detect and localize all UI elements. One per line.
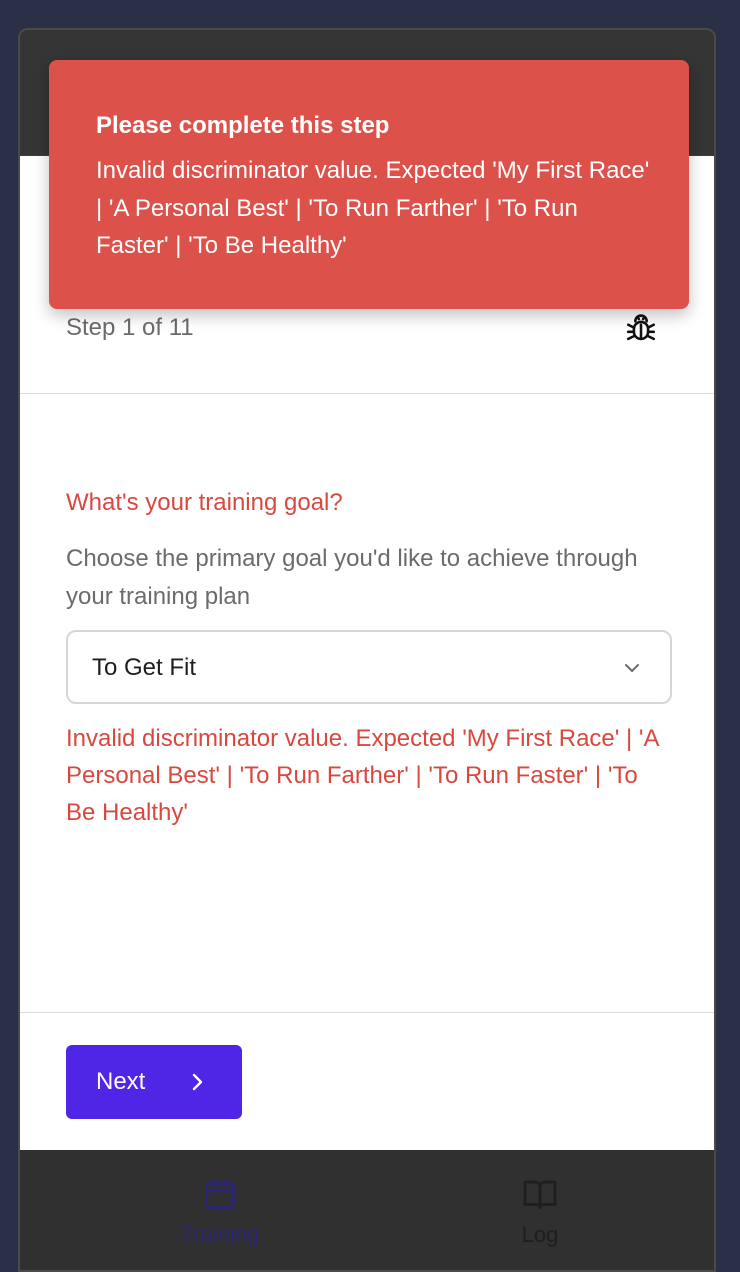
chevron-down-icon [625,664,639,672]
training-goal-select[interactable]: To Get Fit [66,630,672,704]
calendar-icon [205,1179,235,1209]
tab-training-label: Training [180,1222,260,1247]
field-error-message: Invalid discriminator value. Expected 'M… [66,725,659,826]
bug-icon[interactable] [624,312,658,346]
tab-log-label: Log [521,1222,559,1247]
error-toast: Please complete this step Invalid discri… [49,60,689,309]
book-icon [523,1180,557,1209]
bottom-tab-bar: Training Log [20,1150,714,1270]
toast-message: Invalid discriminator value. Expected 'M… [96,157,650,259]
next-button[interactable]: Next [66,1045,242,1119]
next-button-label: Next [96,1068,146,1095]
question-label: What's your training goal? [66,489,343,516]
tab-log[interactable]: Log [440,1176,640,1256]
toast-title: Please complete this step [96,112,390,139]
form-footer: Next [20,1012,714,1150]
step-label: Step 1 of 11 [66,314,194,341]
question-description: Choose the primary goal you'd like to ac… [66,545,638,610]
select-value: To Get Fit [92,654,197,681]
tab-training[interactable]: Training [120,1176,320,1256]
chevron-right-icon [192,1073,203,1091]
